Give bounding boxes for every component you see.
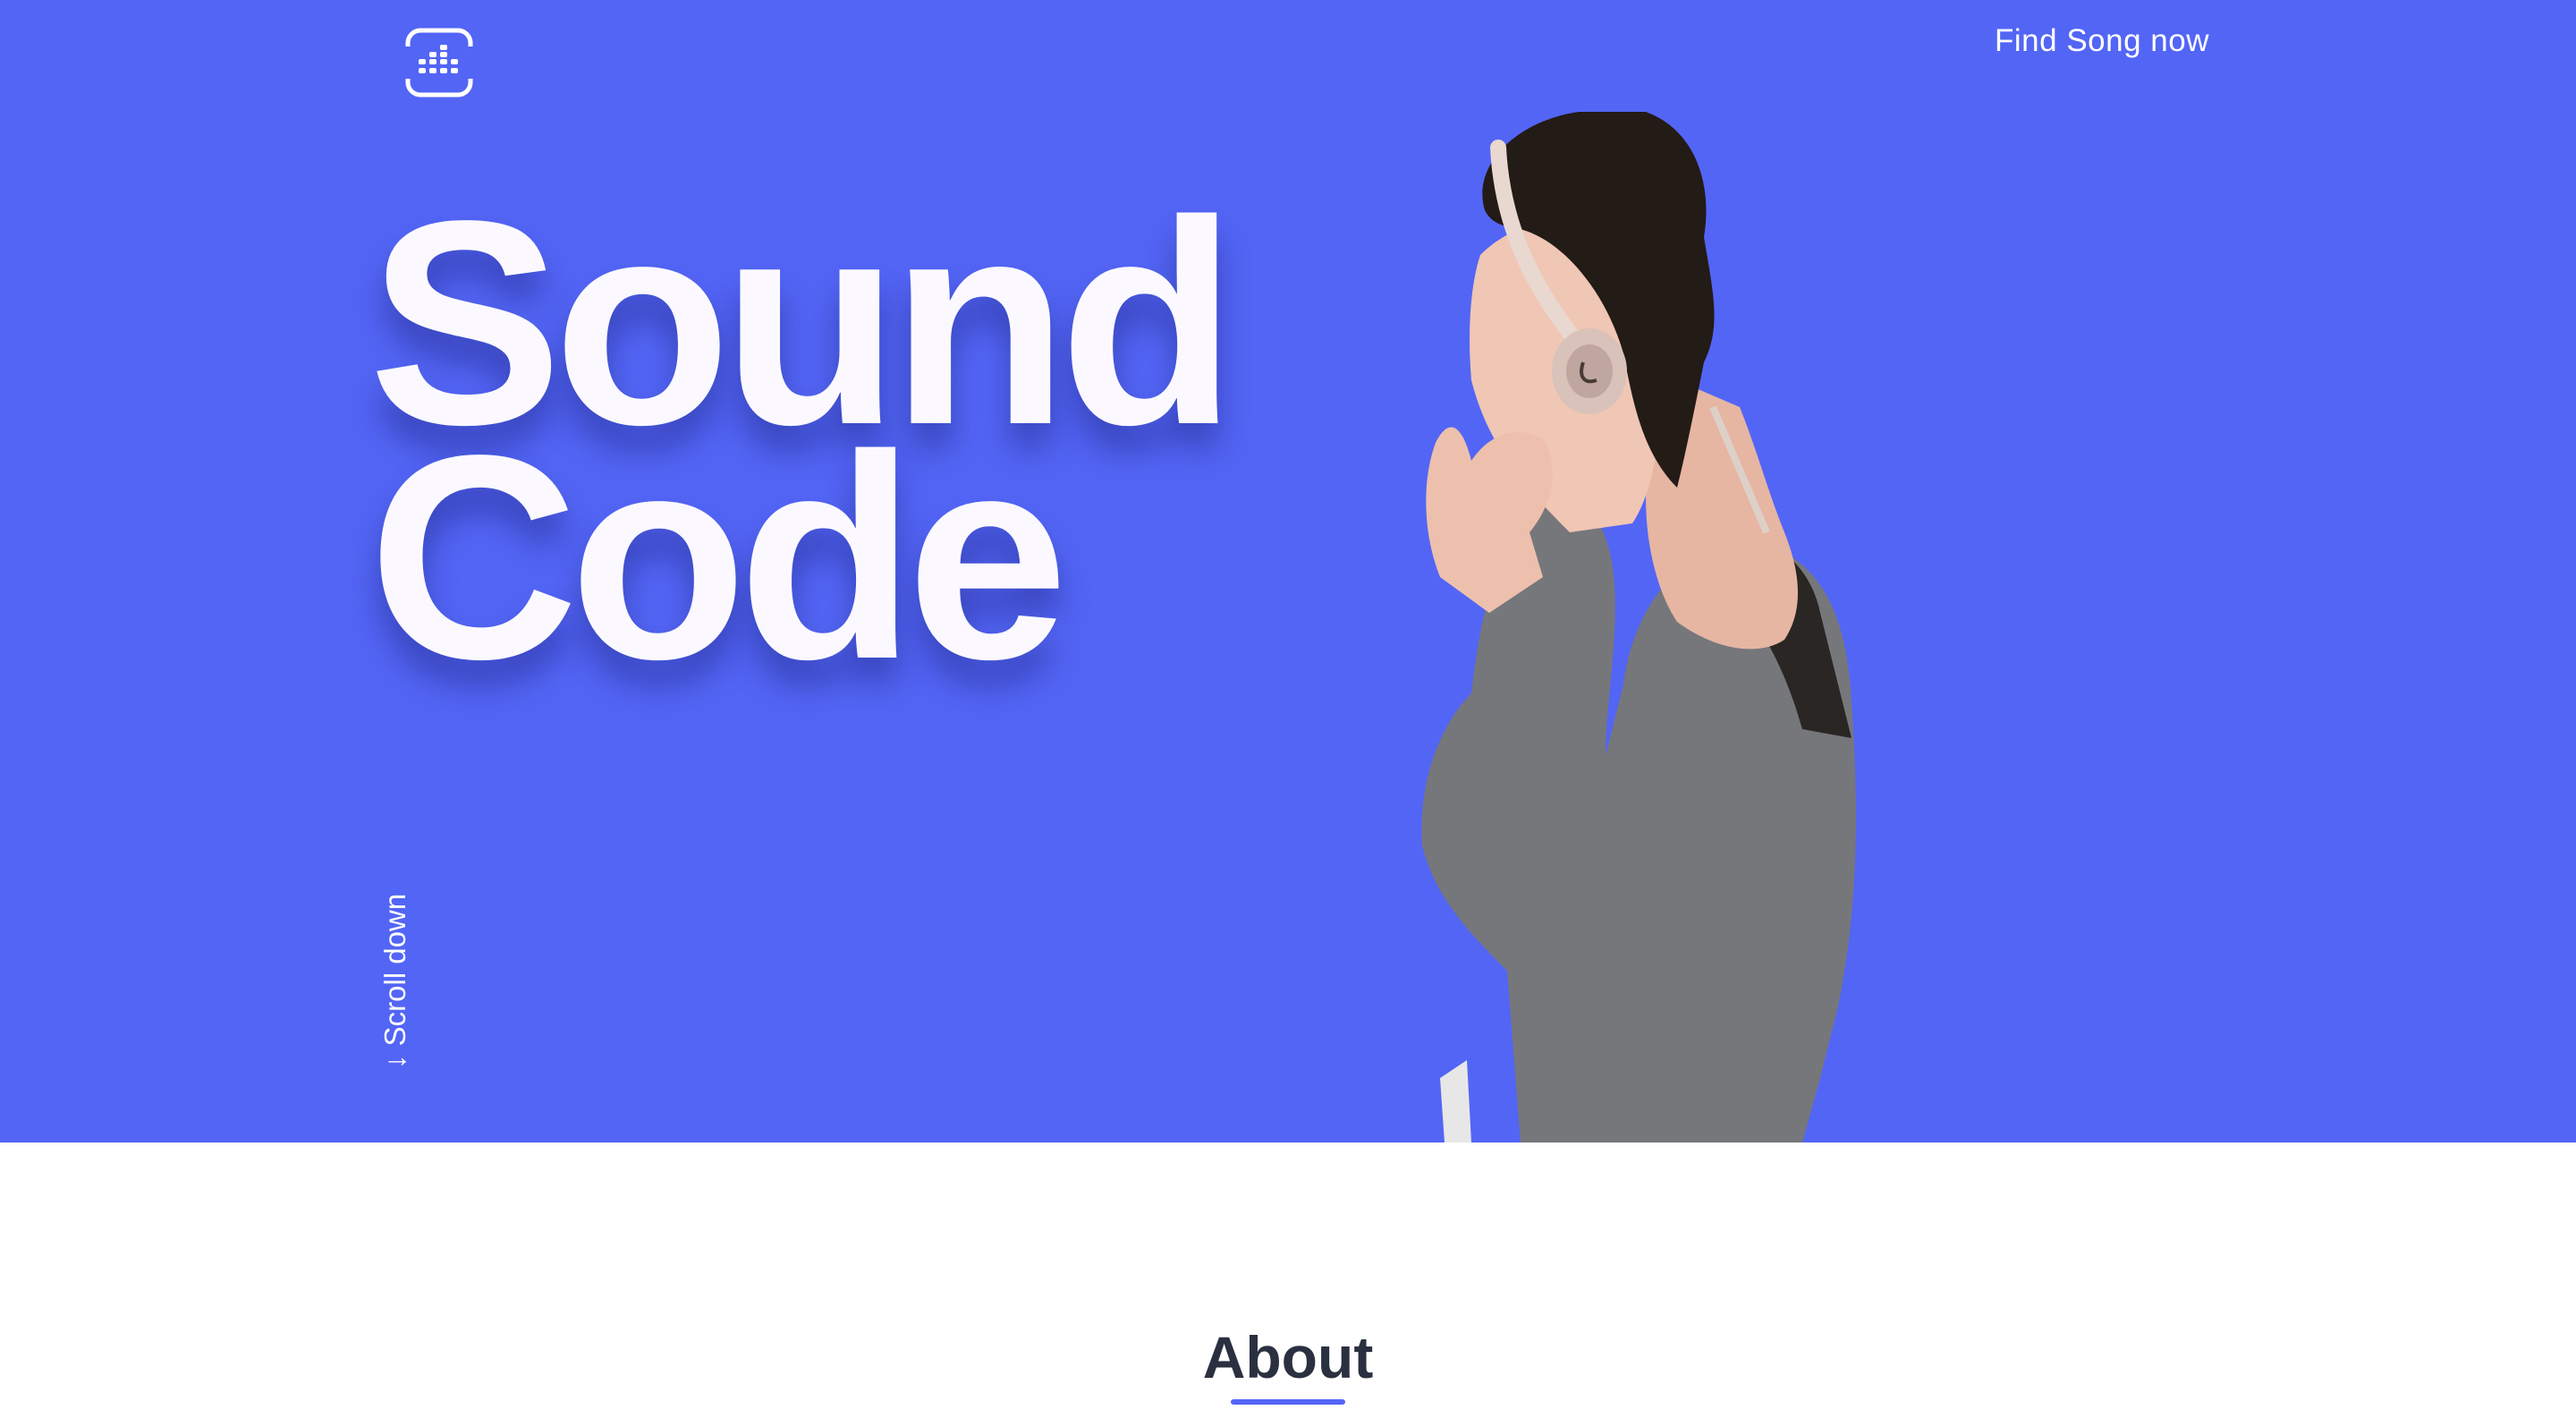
hero-headline: Sound Code	[369, 177, 1237, 702]
about-section: About	[0, 1142, 2576, 1410]
scroll-down-hint[interactable]: ↓ Scroll down	[376, 894, 415, 1069]
equalizer-logo-icon[interactable]	[404, 27, 474, 98]
hero-section: Find Song now Sound Code ↓ Scroll down	[0, 0, 2576, 1142]
woman-with-headphones-image	[1421, 112, 1856, 1142]
about-title: About	[1202, 1324, 1374, 1390]
about-underline-divider	[1231, 1399, 1345, 1405]
find-song-link[interactable]: Find Song now	[1977, 20, 2209, 63]
